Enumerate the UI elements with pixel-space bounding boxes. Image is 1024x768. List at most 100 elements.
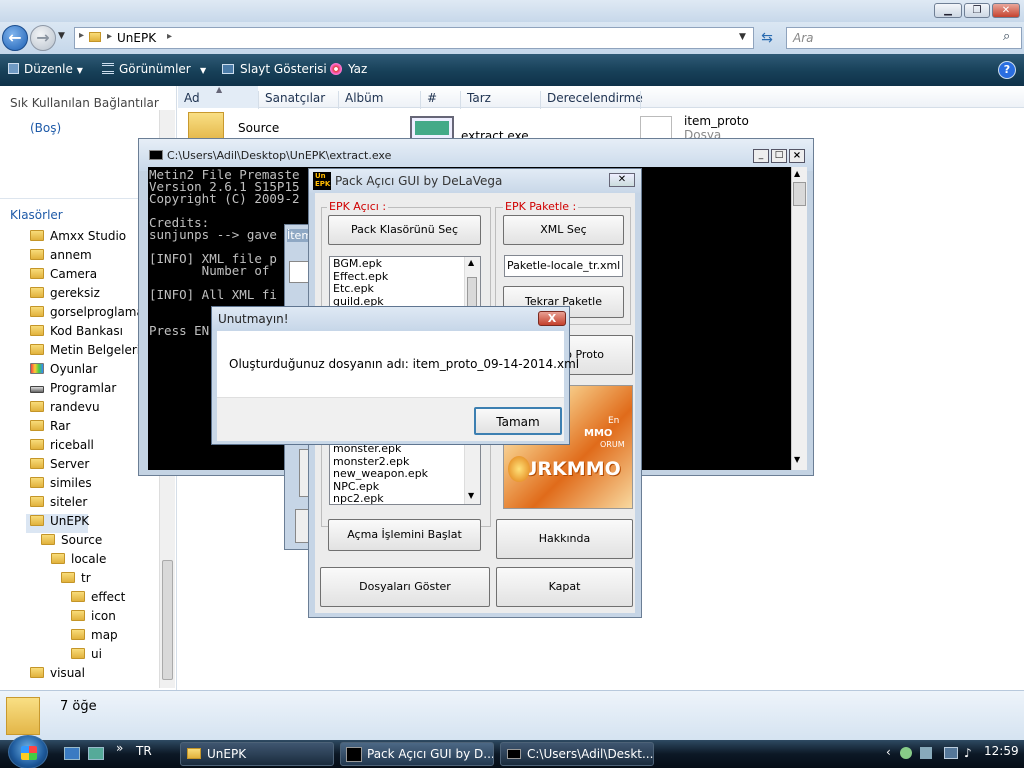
- tree-item-amxx-studio[interactable]: Amxx Studio: [30, 229, 152, 248]
- column-genre[interactable]: Tarz: [460, 91, 540, 109]
- address-bar[interactable]: ▸ ▸ UnEPK ▸ ▼: [74, 27, 754, 49]
- scroll-thumb[interactable]: [793, 182, 806, 206]
- tree-item-programlar[interactable]: Programlar: [30, 381, 152, 400]
- taskbar-button-console[interactable]: C:\Users\Adil\Deskt...: [500, 742, 654, 766]
- scroll-up-icon[interactable]: ▲: [794, 169, 800, 178]
- close-app-button[interactable]: Kapat: [496, 567, 633, 607]
- views-button[interactable]: Görünümler: [102, 62, 191, 76]
- language-indicator[interactable]: TR: [136, 744, 152, 758]
- scroll-thumb[interactable]: [467, 277, 477, 307]
- tree-item-locale[interactable]: locale: [30, 552, 152, 571]
- hidden-window-field[interactable]: [289, 261, 309, 283]
- maximize-button[interactable]: ❐: [964, 3, 990, 18]
- reminder-dialog[interactable]: Unutmayın! X Oluşturduğunuz dosyanın adı…: [211, 306, 579, 445]
- list-item[interactable]: new_weapon.epk: [333, 467, 480, 481]
- tree-item-oyunlar[interactable]: Oyunlar: [30, 362, 152, 381]
- tree-item-gorselproglama[interactable]: gorselproglama: [30, 305, 152, 324]
- generic-file-icon[interactable]: [640, 116, 672, 140]
- file-item-proto-name[interactable]: item_proto: [684, 114, 749, 128]
- file-source-name[interactable]: Source: [238, 121, 279, 135]
- network-icon[interactable]: [920, 747, 932, 759]
- tree-item-gereksiz[interactable]: gereksiz: [30, 286, 152, 305]
- breadcrumb-chevron-icon[interactable]: ▸: [167, 31, 172, 42]
- scroll-thumb[interactable]: [162, 560, 173, 680]
- recent-pages-dropdown-icon[interactable]: ▼: [58, 31, 65, 41]
- tray-expand-icon[interactable]: ‹: [886, 745, 891, 759]
- back-button[interactable]: ←: [2, 25, 28, 51]
- refresh-icon[interactable]: ⇆: [756, 27, 778, 49]
- tree-item-visual[interactable]: visual: [30, 666, 152, 685]
- epk-list-bottom[interactable]: monster.epk monster2.epk new_weapon.epk …: [329, 441, 481, 505]
- select-pack-folder-button[interactable]: Pack Klasörünü Seç: [328, 215, 481, 245]
- pack-gui-titlebar[interactable]: Un EPK Pack Açıcı GUI by DeLaVega ✕: [309, 169, 641, 193]
- tree-item-riceball[interactable]: riceball: [30, 438, 152, 457]
- xml-path-field[interactable]: Paketle-locale_tr.xml: [504, 255, 623, 277]
- console-close-button[interactable]: ×: [789, 149, 805, 163]
- dialog-titlebar[interactable]: Unutmayın! X: [212, 307, 569, 331]
- views-dropdown-icon[interactable]: ▼: [200, 66, 206, 75]
- organize-button[interactable]: Düzenle ▼: [8, 62, 83, 76]
- dialog-close-button[interactable]: X: [538, 311, 566, 326]
- tree-item-icon[interactable]: icon: [30, 609, 152, 628]
- folders-header[interactable]: Klasörler: [10, 208, 63, 222]
- scroll-down-icon[interactable]: ▼: [794, 455, 800, 464]
- console-scrollbar[interactable]: ▲ ▼: [791, 167, 807, 470]
- scroll-down-icon[interactable]: ▼: [468, 490, 474, 503]
- favorite-links-header[interactable]: Sık Kullanılan Bağlantılar: [10, 96, 159, 110]
- hidden-window-button[interactable]: [295, 509, 309, 543]
- address-dropdown-icon[interactable]: ▼: [739, 32, 746, 42]
- write-button[interactable]: Yaz: [330, 62, 367, 76]
- column-artists[interactable]: Sanatçılar: [258, 91, 338, 109]
- start-button[interactable]: [8, 735, 48, 768]
- tray-app-icon[interactable]: [900, 747, 912, 759]
- tree-item-unepk[interactable]: UnEPK: [26, 514, 89, 533]
- quicklaunch-overflow-icon[interactable]: »: [116, 741, 123, 755]
- list-item[interactable]: BGM.epk: [333, 257, 480, 271]
- tree-item-kod-bankasi[interactable]: Kod Bankası: [30, 324, 152, 343]
- console-minimize-button[interactable]: _: [753, 149, 769, 163]
- tree-item-source[interactable]: Source: [30, 533, 152, 552]
- tree-item-map[interactable]: map: [30, 628, 152, 647]
- list-scrollbar[interactable]: ▼: [464, 442, 480, 504]
- tree-item-similes[interactable]: similes: [30, 476, 152, 495]
- show-files-button[interactable]: Dosyaları Göster: [320, 567, 490, 607]
- tree-item-effect[interactable]: effect: [30, 590, 152, 609]
- switch-windows-icon[interactable]: [88, 747, 104, 760]
- forward-button[interactable]: →: [30, 25, 56, 51]
- tree-item-tr[interactable]: tr: [30, 571, 152, 590]
- clock[interactable]: 12:59: [984, 744, 1019, 758]
- taskbar-button-unepk[interactable]: UnEPK: [180, 742, 334, 766]
- tree-item-rar[interactable]: Rar: [30, 419, 152, 438]
- column-number[interactable]: #: [420, 91, 458, 109]
- list-item[interactable]: Etc.epk: [333, 282, 480, 296]
- display-icon[interactable]: [944, 747, 958, 759]
- volume-icon[interactable]: ♪: [964, 746, 972, 760]
- tree-item-randevu[interactable]: randevu: [30, 400, 152, 419]
- pack-gui-close-button[interactable]: ✕: [609, 173, 635, 187]
- about-button[interactable]: Hakkında: [496, 519, 633, 559]
- tree-item-camera[interactable]: Camera: [30, 267, 152, 286]
- tree-item-siteler[interactable]: siteler: [30, 495, 152, 514]
- column-album[interactable]: Albüm: [338, 91, 420, 109]
- breadcrumb-unepk[interactable]: UnEPK: [117, 31, 156, 45]
- close-window-button[interactable]: ✕: [992, 3, 1020, 18]
- slideshow-button[interactable]: Slayt Gösterisi: [222, 62, 327, 76]
- show-desktop-icon[interactable]: [64, 747, 80, 760]
- tree-item-metin-belgelerim[interactable]: Metin Belgelerim: [30, 343, 152, 362]
- minimize-button[interactable]: ▁: [934, 3, 962, 18]
- folder-icon: [30, 458, 44, 469]
- tree-item-ui[interactable]: ui: [30, 647, 152, 666]
- start-extract-button[interactable]: Açma İşlemini Başlat: [328, 519, 481, 551]
- column-rating[interactable]: Derecelendirme: [540, 91, 643, 109]
- console-maximize-button[interactable]: □: [771, 149, 787, 163]
- ok-button[interactable]: Tamam: [474, 407, 562, 435]
- taskbar-button-pack-gui[interactable]: Pack Açıcı GUI by D...: [340, 742, 494, 766]
- help-icon[interactable]: ?: [998, 61, 1016, 79]
- tree-item-server[interactable]: Server: [30, 457, 152, 476]
- scroll-up-icon[interactable]: ▲: [468, 257, 474, 270]
- list-item[interactable]: npc2.epk: [333, 492, 480, 504]
- search-icon[interactable]: ⌕: [1003, 29, 1010, 44]
- tree-item-annem[interactable]: annem: [30, 248, 152, 267]
- select-xml-button[interactable]: XML Seç: [503, 215, 624, 245]
- search-box[interactable]: Ara ⌕: [786, 27, 1022, 49]
